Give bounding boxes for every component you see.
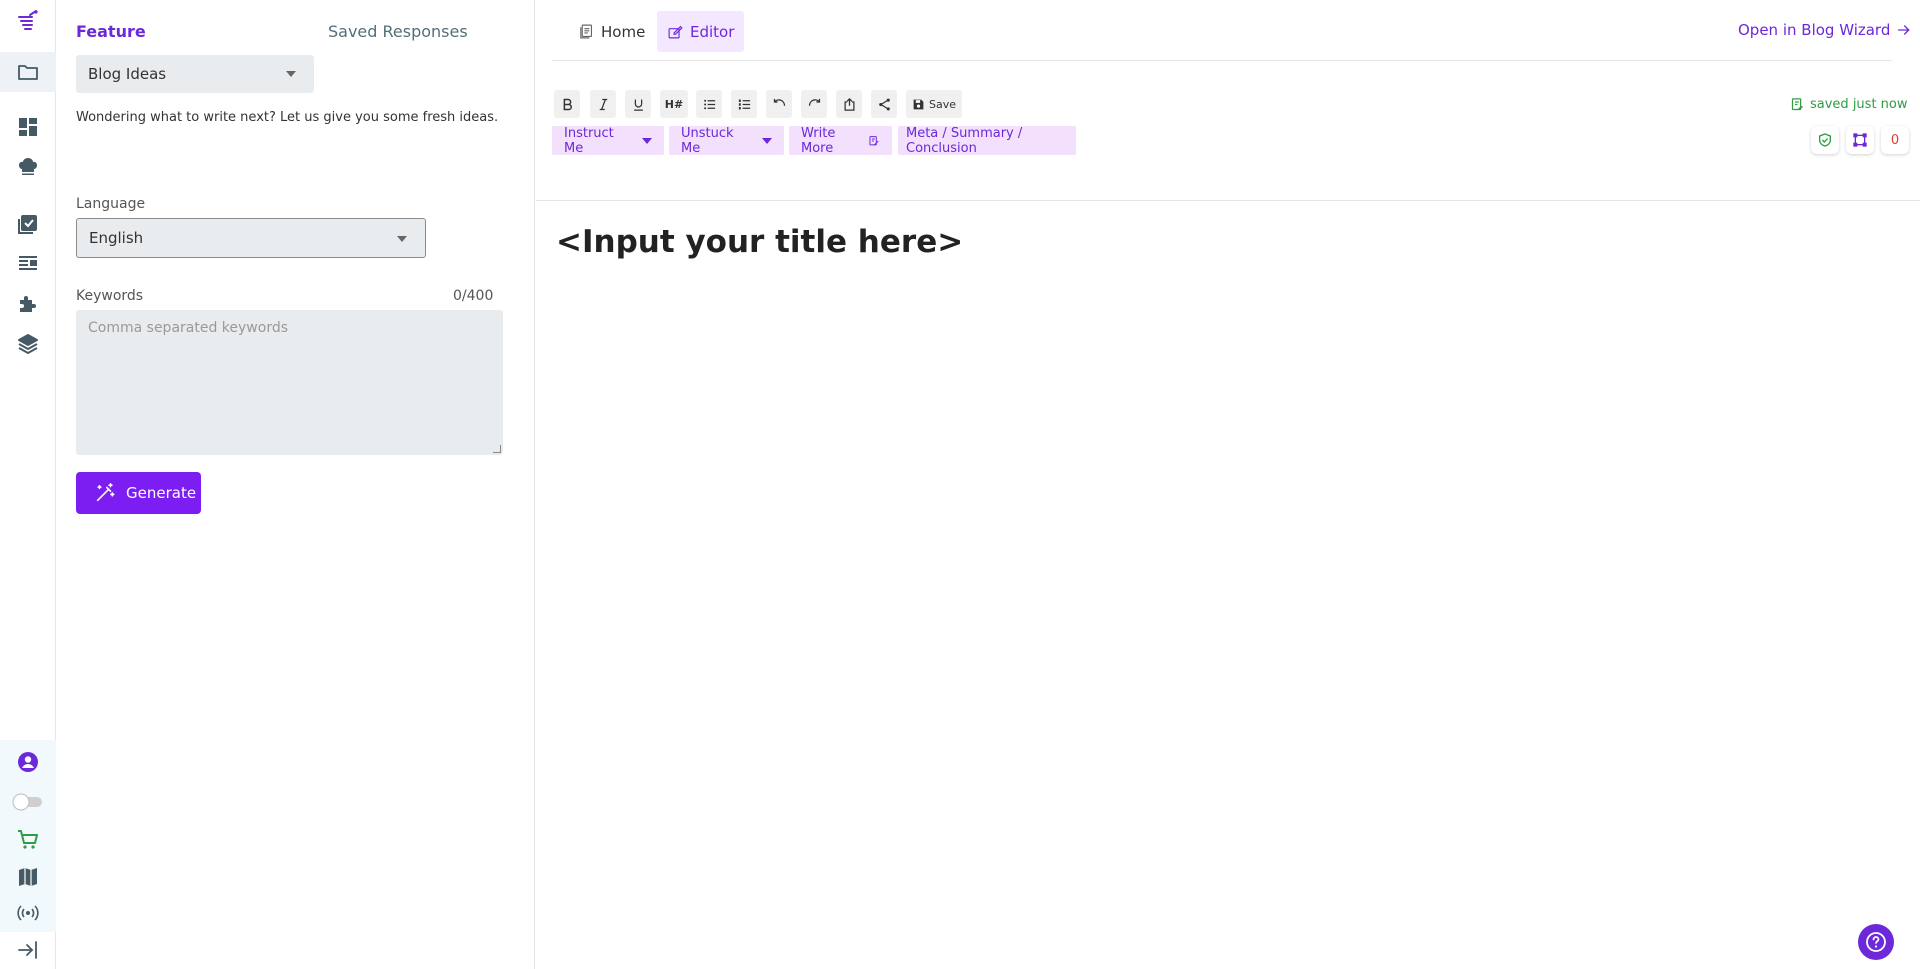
divider <box>536 200 1920 201</box>
undo-icon <box>773 98 785 106</box>
feature-select-value: Blog Ideas <box>88 65 167 83</box>
broadcast-icon[interactable] <box>12 897 44 929</box>
bullet-list-button[interactable] <box>696 90 722 118</box>
resize-handle[interactable] <box>493 445 501 453</box>
arrow-right-icon <box>1898 25 1910 35</box>
redo-icon <box>808 98 820 106</box>
collapse-sidebar-icon[interactable] <box>12 934 44 966</box>
share-button[interactable] <box>871 90 897 118</box>
tab-editor[interactable]: Editor <box>657 11 745 52</box>
italic-button[interactable] <box>590 90 616 118</box>
share-icon <box>878 98 890 110</box>
bold-button[interactable] <box>554 90 580 118</box>
editor-area: Home Editor Open in Blog Wizard H# Save <box>536 0 1920 969</box>
redo-button[interactable] <box>801 90 827 118</box>
floppy-icon <box>913 99 924 109</box>
cart-icon[interactable] <box>12 824 44 856</box>
generate-label: Generate <box>126 484 197 502</box>
generate-button[interactable]: Generate <box>76 472 201 514</box>
numbered-list-button[interactable] <box>731 90 757 118</box>
numbered-list-icon <box>738 99 750 109</box>
tab-home-label: Home <box>601 22 646 41</box>
folder-icon[interactable] <box>12 56 44 88</box>
caret-down-icon <box>642 137 652 144</box>
plagiarism-shield-indicator[interactable] <box>1811 126 1839 154</box>
heading-label: H# <box>664 97 684 111</box>
export-button[interactable] <box>836 90 862 118</box>
bold-icon <box>563 98 572 110</box>
write-more-label: Write More <box>801 125 836 156</box>
saved-status-text: saved just now <box>1810 97 1908 112</box>
bullet-list-icon <box>703 99 715 109</box>
save-label: Save <box>928 97 956 111</box>
issue-count-badge[interactable]: 0 <box>1881 126 1909 154</box>
task-check-icon[interactable] <box>12 208 44 240</box>
export-icon <box>844 97 854 111</box>
tab-feature[interactable]: Feature <box>76 22 146 41</box>
dashboard-icon[interactable] <box>12 111 44 143</box>
frame-indicator[interactable] <box>1846 126 1874 154</box>
meta-summary-conclusion-button[interactable]: Meta / Summary / Conclusion <box>898 125 1076 156</box>
account-icon[interactable] <box>12 746 44 778</box>
edit-icon <box>668 25 683 39</box>
document-title[interactable]: <Input your title here> <box>556 224 963 260</box>
feature-description: Wondering what to write next? Let us giv… <box>76 110 499 125</box>
saved-document-icon <box>1791 98 1803 111</box>
instruct-me-label: Instruct Me <box>564 125 614 156</box>
caret-down-icon <box>397 236 407 242</box>
open-blog-wizard-label: Open in Blog Wizard <box>1738 21 1891 39</box>
undo-button[interactable] <box>766 90 792 118</box>
keywords-placeholder: Comma separated keywords <box>88 320 289 336</box>
language-select[interactable]: English <box>76 218 426 258</box>
frame-icon <box>1853 133 1867 147</box>
document-icon <box>580 24 593 39</box>
unstuck-me-button[interactable]: Unstuck Me <box>669 125 784 156</box>
heading-button[interactable]: H# <box>660 90 688 118</box>
chef-hat-icon[interactable] <box>12 151 44 183</box>
instruct-me-button[interactable]: Instruct Me <box>552 125 664 156</box>
help-icon <box>1866 932 1886 952</box>
underline-button[interactable] <box>625 90 651 118</box>
tab-home[interactable]: Home <box>568 11 655 52</box>
tab-saved-responses[interactable]: Saved Responses <box>328 22 468 41</box>
meta-summary-label: Meta / Summary / Conclusion <box>906 125 1023 156</box>
underline-icon <box>633 99 643 111</box>
help-button[interactable] <box>1858 924 1894 960</box>
keywords-char-count: 0/400 <box>453 288 494 304</box>
shield-check-icon <box>1819 133 1831 147</box>
feature-select[interactable]: Blog Ideas <box>76 55 314 93</box>
keywords-label: Keywords <box>76 288 144 304</box>
document-edit-icon <box>869 135 879 145</box>
theme-toggle[interactable] <box>12 786 44 818</box>
language-label: Language <box>76 196 146 212</box>
keywords-textarea[interactable]: Comma separated keywords <box>76 310 503 455</box>
saved-status: saved just now <box>1790 97 1908 112</box>
logo-icon[interactable] <box>12 5 44 37</box>
map-icon[interactable] <box>12 861 44 893</box>
write-more-button[interactable]: Write More <box>789 125 892 156</box>
layers-icon[interactable] <box>12 328 44 360</box>
italic-icon <box>599 98 607 110</box>
puzzle-icon[interactable] <box>12 288 44 320</box>
save-button[interactable]: Save <box>906 90 962 118</box>
caret-down-icon <box>762 137 772 144</box>
article-list-icon[interactable] <box>12 248 44 280</box>
language-select-value: English <box>89 229 144 247</box>
icon-rail <box>0 0 56 969</box>
magic-wand-icon <box>96 483 115 502</box>
open-blog-wizard-link[interactable]: Open in Blog Wizard <box>1738 21 1912 39</box>
feature-panel: Feature Saved Responses Blog Ideas Wonde… <box>57 0 535 969</box>
divider <box>552 60 1892 61</box>
caret-down-icon <box>286 71 296 77</box>
tab-editor-label: Editor <box>690 22 735 41</box>
unstuck-me-label: Unstuck Me <box>681 125 734 156</box>
